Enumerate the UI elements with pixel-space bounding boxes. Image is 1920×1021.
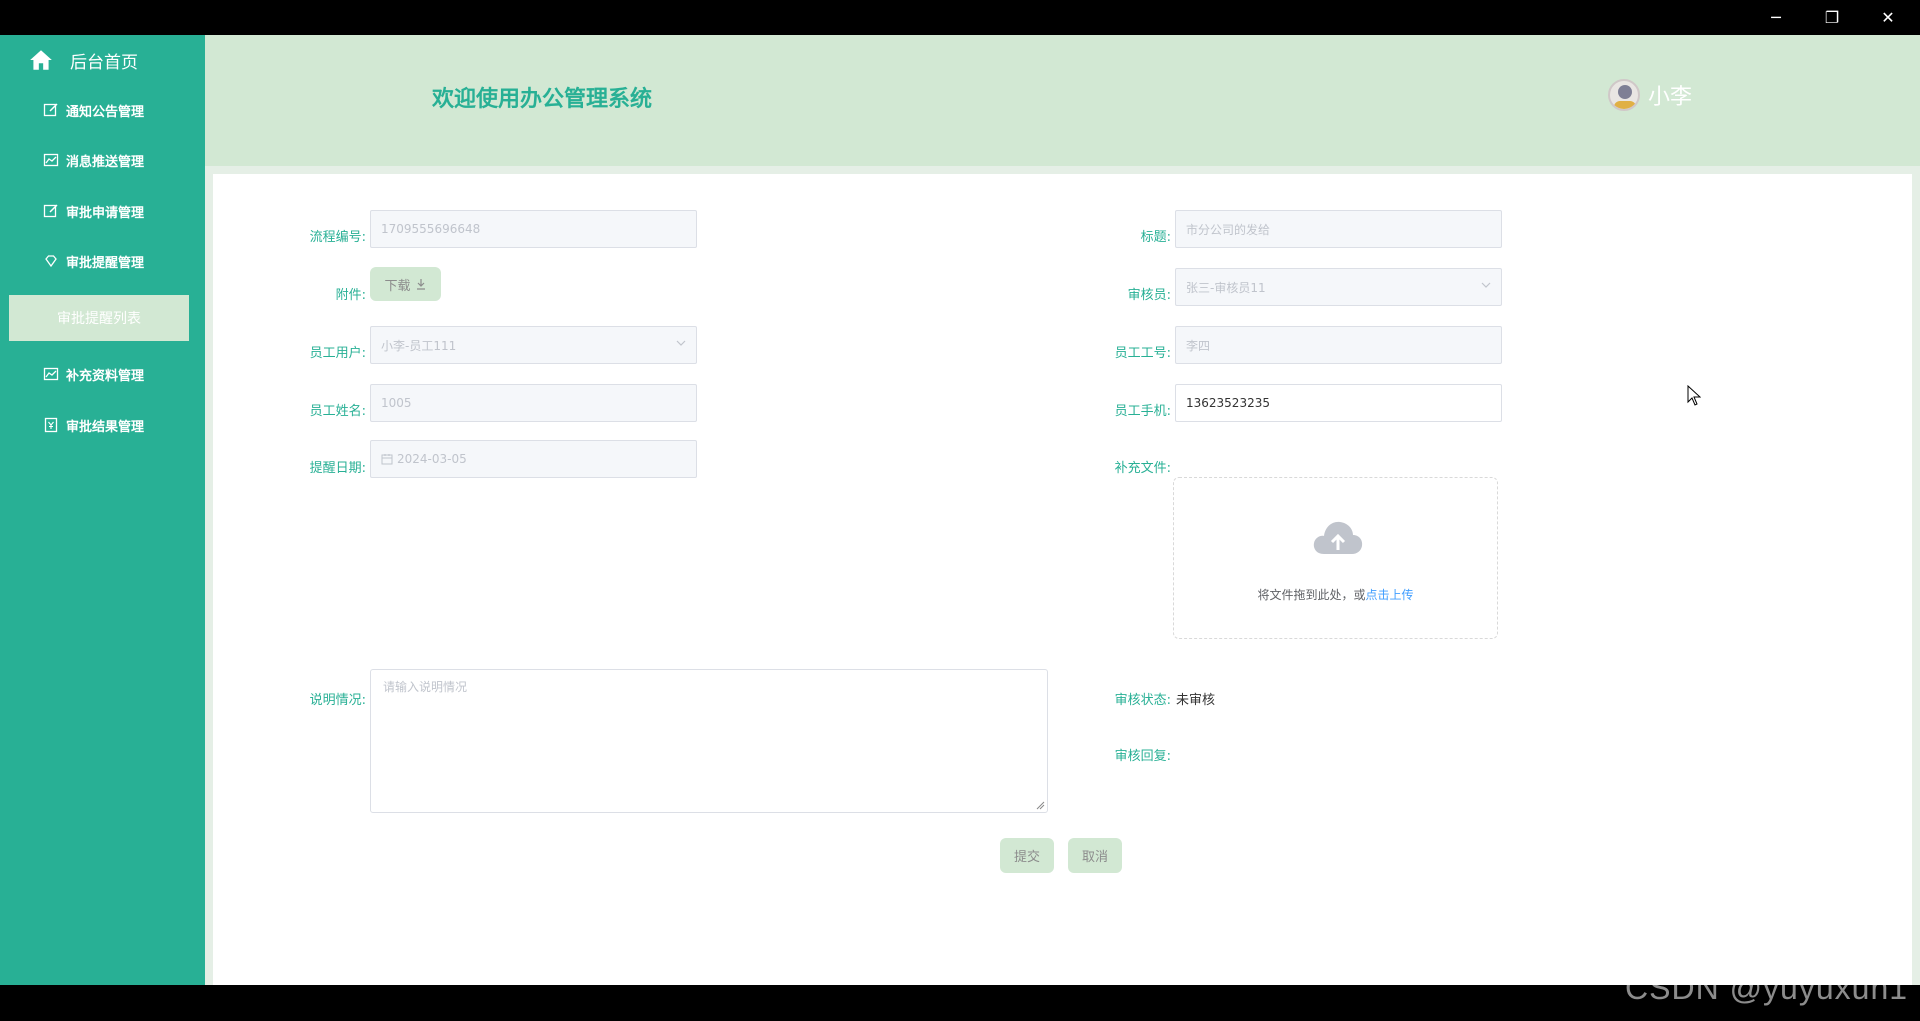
maximize-button[interactable]: ❐ — [1804, 0, 1860, 35]
description-label: 说明情况: — [309, 693, 366, 708]
header: 欢迎使用办公管理系统 小李 — [205, 35, 1920, 166]
reviewer-select[interactable]: 张三-审核员11 — [1175, 268, 1502, 306]
employee-user-value: 小李-员工111 — [381, 338, 457, 353]
employee-id-label: 员工工号: — [1114, 346, 1171, 361]
flow-no-input[interactable]: 1709555696648 — [370, 210, 697, 248]
calendar-icon — [381, 454, 393, 465]
sidebar: 后台首页 通知公告管理 消息推送管理 审批申请管理 审批提醒管理 审批提醒列表 … — [0, 35, 205, 985]
reviewer-label: 审核员: — [1127, 288, 1171, 303]
user-menu[interactable]: 小李 — [1608, 79, 1692, 111]
sidebar-item-push[interactable]: 消息推送管理 — [0, 140, 205, 180]
chart-icon — [43, 153, 59, 167]
mouse-cursor-icon — [1687, 385, 1701, 406]
supplement-file-label: 补充文件: — [1114, 461, 1171, 476]
employee-user-select[interactable]: 小李-员工111 — [370, 326, 697, 364]
sidebar-item-label: 消息推送管理 — [66, 154, 145, 170]
sidebar-item-label: 审批结果管理 — [66, 419, 145, 435]
submit-button[interactable]: 提交 — [1000, 838, 1054, 873]
employee-phone-input[interactable]: 13623523235 — [1175, 384, 1502, 422]
sidebar-home[interactable]: 后台首页 — [0, 35, 205, 85]
watermark: CSDN @yuyuxun1 — [1625, 970, 1909, 1006]
edit-icon — [43, 103, 58, 117]
sidebar-subitem-remind-list[interactable]: 审批提醒列表 — [9, 295, 189, 341]
reviewer-value: 张三-审核员11 — [1186, 280, 1266, 295]
remind-date-picker[interactable]: 2024-03-05 — [370, 440, 697, 478]
attachment-label: 附件: — [335, 288, 366, 303]
sidebar-item-label: 补充资料管理 — [66, 368, 145, 384]
flow-no-label: 流程编号: — [309, 230, 366, 245]
file-upload-dropzone[interactable]: 将文件拖到此处，或点击上传 — [1173, 477, 1498, 639]
employee-user-label: 员工用户: — [309, 346, 366, 361]
sidebar-item-result[interactable]: 审批结果管理 — [0, 405, 205, 445]
sidebar-home-label: 后台首页 — [70, 52, 138, 73]
upload-hint: 将文件拖到此处，或点击上传 — [1174, 586, 1497, 603]
title-label: 标题: — [1140, 230, 1171, 245]
sidebar-item-notice[interactable]: 通知公告管理 — [0, 90, 205, 130]
resize-handle-icon[interactable] — [1035, 800, 1045, 810]
employee-phone-label: 员工手机: — [1114, 404, 1171, 419]
sidebar-item-label: 审批提醒管理 — [66, 255, 145, 271]
review-reply-label: 审核回复: — [1114, 749, 1171, 764]
description-textarea[interactable]: 请输入说明情况 — [370, 669, 1048, 813]
review-status-label: 审核状态: — [1114, 693, 1171, 708]
money-icon — [44, 417, 58, 433]
username: 小李 — [1648, 85, 1693, 110]
upload-hint-text: 将文件拖到此处，或 — [1257, 588, 1366, 602]
home-icon — [30, 50, 52, 70]
minimize-button[interactable]: ─ — [1748, 0, 1804, 35]
sidebar-item-label: 审批申请管理 — [66, 205, 145, 221]
chart-icon — [43, 367, 59, 381]
review-status-value: 未审核 — [1176, 693, 1216, 708]
remind-date-label: 提醒日期: — [309, 461, 366, 476]
employee-id-input[interactable]: 李四 — [1175, 326, 1502, 364]
employee-name-label: 员工姓名: — [309, 404, 366, 419]
download-button[interactable]: 下载 — [370, 267, 441, 301]
main-area: 流程编号: 1709555696648 标题: 市分公司的发给 附件: 下载 审… — [205, 166, 1920, 985]
avatar[interactable] — [1608, 79, 1640, 111]
sidebar-item-label: 通知公告管理 — [66, 104, 145, 120]
sidebar-item-remind[interactable]: 审批提醒管理 — [0, 241, 205, 281]
employee-name-input[interactable]: 1005 — [370, 384, 697, 422]
window-titlebar: ─ ❐ ✕ — [0, 0, 1920, 40]
chevron-down-icon — [676, 340, 686, 346]
cancel-button[interactable]: 取消 — [1068, 838, 1122, 873]
sidebar-item-apply[interactable]: 审批申请管理 — [0, 191, 205, 231]
form-card: 流程编号: 1709555696648 标题: 市分公司的发给 附件: 下载 审… — [213, 174, 1912, 985]
remind-date-value: 2024-03-05 — [397, 452, 467, 466]
close-button[interactable]: ✕ — [1860, 0, 1916, 35]
download-label: 下载 — [384, 278, 411, 294]
upload-click-link[interactable]: 点击上传 — [1366, 588, 1414, 602]
download-icon — [416, 279, 425, 290]
edit-icon — [43, 204, 58, 218]
chevron-down-icon — [1481, 282, 1491, 288]
sidebar-item-supplement[interactable]: 补充资料管理 — [0, 354, 205, 394]
diamond-icon — [45, 255, 57, 268]
upload-cloud-icon — [1313, 521, 1363, 554]
title-input[interactable]: 市分公司的发给 — [1175, 210, 1502, 248]
page-title: 欢迎使用办公管理系统 — [432, 87, 653, 112]
